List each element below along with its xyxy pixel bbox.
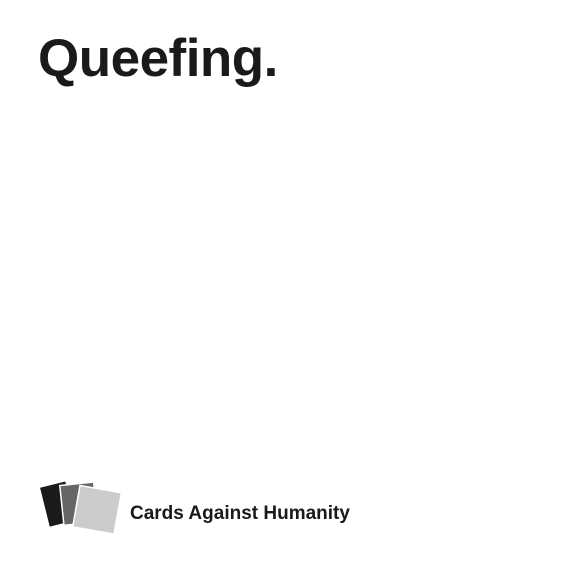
card-text: Queefing.	[38, 29, 278, 88]
brand-name: Cards Against Humanity	[130, 503, 350, 524]
answer-card: Queefing. Cards Against Humanity	[0, 0, 573, 573]
card-footer: Cards Against Humanity	[40, 478, 400, 538]
stacked-cards-icon	[40, 481, 123, 536]
